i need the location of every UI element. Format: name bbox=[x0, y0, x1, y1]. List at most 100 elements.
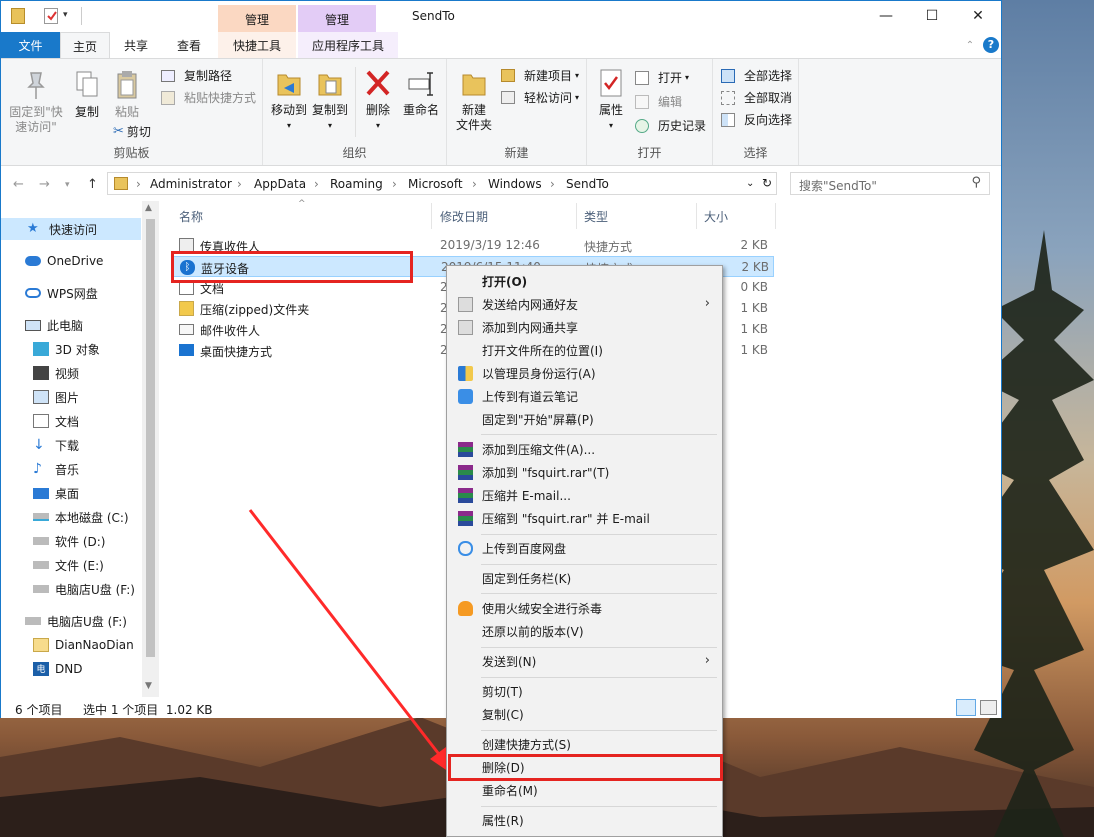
move-to-button[interactable]: 移动到 ▾ bbox=[267, 67, 311, 133]
address-path[interactable]: › Administrator › AppData › Roaming › Mi… bbox=[107, 172, 777, 195]
nav-item-wps[interactable]: WPS网盘 bbox=[1, 282, 141, 304]
nav-scrollbar[interactable]: ▲ ▼ bbox=[142, 201, 159, 697]
menu-item-send-to[interactable]: 发送到(N) › bbox=[449, 650, 720, 673]
menu-item-compress-rar-email[interactable]: 压缩到 "fsquirt.rar" 并 E-mail bbox=[449, 507, 720, 530]
crumb-microsoft[interactable]: Microsoft bbox=[408, 177, 463, 191]
nav-item-desktop[interactable]: 桌面 bbox=[1, 482, 141, 504]
column-name[interactable]: 名称 bbox=[179, 208, 203, 225]
select-all-button[interactable]: 全部选择 bbox=[721, 67, 792, 84]
nav-item-this-pc[interactable]: 此电脑 bbox=[1, 314, 141, 336]
menu-item-add-archive[interactable]: 添加到压缩文件(A)... bbox=[449, 438, 720, 461]
refresh-icon[interactable]: ↻ bbox=[762, 176, 772, 190]
edit-button[interactable]: 编辑 bbox=[635, 93, 682, 110]
open-button[interactable]: 打开 ▾ bbox=[635, 69, 689, 86]
recent-dropdown-icon[interactable]: ▾ bbox=[65, 180, 70, 190]
nav-item-drive-d[interactable]: 软件 (D:) bbox=[1, 530, 141, 552]
scroll-down-icon[interactable]: ▼ bbox=[145, 681, 152, 691]
new-item-button[interactable]: 新建项目 ▾ bbox=[501, 67, 579, 84]
minimize-button[interactable]: — bbox=[863, 3, 909, 29]
crumb-roaming[interactable]: Roaming bbox=[330, 177, 383, 191]
tab-file[interactable]: 文件 bbox=[1, 32, 60, 58]
tab-app-tools[interactable]: 应用程序工具 bbox=[298, 32, 398, 58]
menu-item-run-as-admin[interactable]: 以管理员身份运行(A) bbox=[449, 362, 720, 385]
nav-item-videos[interactable]: 视频 bbox=[1, 362, 141, 384]
quick-access-dropdown-icon[interactable]: ▾ bbox=[63, 10, 73, 26]
up-arrow-icon[interactable]: ↑ bbox=[87, 177, 98, 192]
invert-selection-button[interactable]: 反向选择 bbox=[721, 111, 792, 128]
paste-shortcut-button[interactable]: 粘贴快捷方式 bbox=[161, 89, 256, 106]
nav-item-downloads[interactable]: ↓ 下载 bbox=[1, 434, 141, 456]
nav-item-3d[interactable]: 3D 对象 bbox=[1, 338, 141, 360]
history-button[interactable]: 历史记录 bbox=[635, 117, 706, 134]
nav-item-usb-f-root[interactable]: 电脑店U盘 (F:) bbox=[1, 610, 141, 632]
paste-button[interactable]: 粘贴 bbox=[109, 69, 145, 120]
nav-item-music[interactable]: ♪ 音乐 bbox=[1, 458, 141, 480]
menu-item-copy[interactable]: 复制(C) bbox=[449, 703, 720, 726]
properties-check-icon[interactable] bbox=[44, 8, 58, 24]
menu-item-baidu[interactable]: 上传到百度网盘 bbox=[449, 537, 720, 560]
menu-item-add-lan-share[interactable]: 添加到内网通共享 bbox=[449, 316, 720, 339]
crumb-administrator[interactable]: Administrator bbox=[150, 177, 232, 191]
nav-item-pictures[interactable]: 图片 bbox=[1, 386, 141, 408]
back-arrow-icon[interactable]: ← bbox=[13, 177, 24, 192]
pin-quick-access-button[interactable]: 固定到"快 速访问" bbox=[7, 69, 65, 135]
scroll-up-icon[interactable]: ▲ bbox=[145, 203, 152, 213]
close-button[interactable]: ✕ bbox=[955, 3, 1001, 29]
menu-item-open[interactable]: 打开(O) bbox=[449, 270, 720, 293]
menu-item-pin-taskbar[interactable]: 固定到任务栏(K) bbox=[449, 567, 720, 590]
column-date[interactable]: 修改日期 bbox=[440, 208, 488, 225]
address-dropdown-icon[interactable]: ⌄ bbox=[746, 178, 754, 189]
clipboard-group: 固定到"快 速访问" 复制 粘贴 复制路径 粘贴快捷方式 ✂ 剪切 剪贴板 bbox=[1, 59, 263, 165]
column-type[interactable]: 类型 bbox=[584, 208, 608, 225]
menu-item-add-rar[interactable]: 添加到 "fsquirt.rar"(T) bbox=[449, 461, 720, 484]
new-folder-button[interactable]: 新建 文件夹 bbox=[451, 67, 497, 133]
forward-arrow-icon[interactable]: → bbox=[39, 177, 50, 192]
menu-label: 添加到压缩文件(A)... bbox=[482, 443, 596, 457]
cut-button[interactable]: ✂ 剪切 bbox=[113, 123, 151, 140]
nav-item-drive-c[interactable]: 本地磁盘 (C:) bbox=[1, 506, 141, 528]
copy-path-button[interactable]: 复制路径 bbox=[161, 67, 232, 84]
crumb-appdata[interactable]: AppData bbox=[254, 177, 306, 191]
nav-item-documents[interactable]: 文档 bbox=[1, 410, 141, 432]
maximize-button[interactable]: ☐ bbox=[909, 3, 955, 29]
help-icon[interactable]: ? bbox=[983, 37, 999, 53]
copy-button[interactable]: 复制 bbox=[69, 69, 105, 120]
menu-item-send-lan-friend[interactable]: 发送给内网通好友 › bbox=[449, 293, 720, 316]
context-tab-manage-shortcut[interactable]: 管理 bbox=[218, 5, 296, 32]
nav-item-drive-e[interactable]: 文件 (E:) bbox=[1, 554, 141, 576]
menu-item-pin-start[interactable]: 固定到"开始"屏幕(P) bbox=[449, 408, 720, 431]
easy-access-button[interactable]: 轻松访问 ▾ bbox=[501, 89, 579, 106]
context-tab-manage-app[interactable]: 管理 bbox=[298, 5, 376, 32]
menu-item-compress-email[interactable]: 压缩并 E-mail... bbox=[449, 484, 720, 507]
nav-item-dnd[interactable]: 电 DND bbox=[1, 658, 141, 680]
nav-item-diannaodian[interactable]: DianNaoDian bbox=[1, 634, 141, 656]
crumb-sendto[interactable]: SendTo bbox=[566, 177, 609, 191]
details-view-icon[interactable] bbox=[956, 699, 976, 716]
tab-view[interactable]: 查看 bbox=[163, 32, 215, 58]
search-input[interactable]: 搜索"SendTo" ⚲ bbox=[790, 172, 990, 195]
tab-shortcut-tools[interactable]: 快捷工具 bbox=[218, 32, 296, 58]
nav-item-quick-access[interactable]: ★ 快速访问 bbox=[1, 218, 141, 240]
menu-item-cut[interactable]: 剪切(T) bbox=[449, 680, 720, 703]
menu-item-rename[interactable]: 重命名(M) bbox=[449, 779, 720, 802]
menu-item-youdao[interactable]: 上传到有道云笔记 bbox=[449, 385, 720, 408]
copy-path-label: 复制路径 bbox=[184, 69, 233, 83]
nav-item-usb-f[interactable]: 电脑店U盘 (F:) bbox=[1, 578, 141, 600]
copy-to-button[interactable]: 复制到 ▾ bbox=[307, 67, 353, 133]
menu-item-open-location[interactable]: 打开文件所在的位置(I) bbox=[449, 339, 720, 362]
tab-share[interactable]: 共享 bbox=[111, 32, 161, 58]
menu-item-create-shortcut[interactable]: 创建快捷方式(S) bbox=[449, 733, 720, 756]
tab-home[interactable]: 主页 bbox=[60, 32, 110, 58]
menu-item-huorong[interactable]: 使用火绒安全进行杀毒 bbox=[449, 597, 720, 620]
delete-button[interactable]: 删除 ▾ bbox=[359, 67, 397, 133]
rename-button[interactable]: 重命名 bbox=[399, 67, 443, 118]
select-none-button[interactable]: 全部取消 bbox=[721, 89, 792, 106]
menu-item-restore[interactable]: 还原以前的版本(V) bbox=[449, 620, 720, 643]
large-icons-view-icon[interactable] bbox=[980, 700, 997, 715]
menu-item-properties[interactable]: 属性(R) bbox=[449, 809, 720, 832]
properties-button[interactable]: 属性 ▾ bbox=[593, 67, 629, 133]
scroll-thumb[interactable] bbox=[146, 219, 155, 657]
nav-item-onedrive[interactable]: OneDrive bbox=[1, 250, 141, 272]
crumb-windows[interactable]: Windows bbox=[488, 177, 542, 191]
column-size[interactable]: 大小 bbox=[704, 208, 728, 225]
